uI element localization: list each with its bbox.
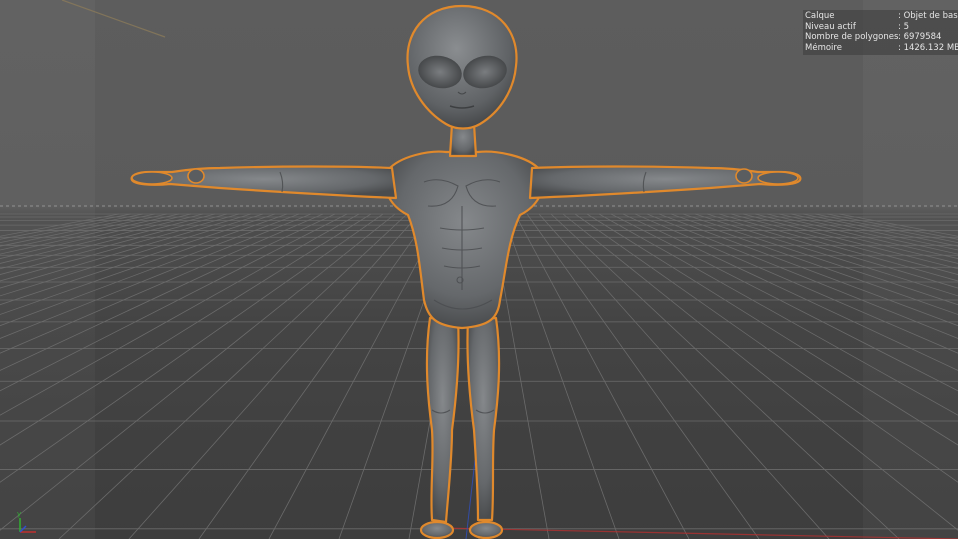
hud-value: : 5 xyxy=(898,21,909,32)
hud-row-active-level: Niveau actif : 5 xyxy=(805,22,958,33)
grid-line xyxy=(128,213,420,539)
grid-line xyxy=(526,213,760,539)
right-leg xyxy=(466,316,501,522)
alien-model[interactable] xyxy=(130,4,802,539)
hud-label: Mémoire xyxy=(805,42,842,53)
hud-value: : 1426.132 MB xyxy=(898,42,958,53)
left-hand xyxy=(131,171,173,185)
hud-value: : 6979584 xyxy=(898,32,942,42)
safe-frame-right xyxy=(863,0,958,539)
safe-frame-left xyxy=(0,0,95,539)
hud-value: : Objet de base xyxy=(898,11,958,21)
torso xyxy=(383,150,545,330)
hud-label: Calque xyxy=(805,11,835,21)
grid-line xyxy=(198,213,432,539)
right-hand xyxy=(757,171,799,185)
svg-text:y: y xyxy=(17,510,21,518)
left-foot xyxy=(419,520,455,539)
viewport-hud-info: Calque : Objet de base Niveau actif : 5 … xyxy=(803,10,958,55)
hud-row-layer: Calque : Objet de base xyxy=(805,11,958,22)
hud-row-memory: Mémoire : 1426.132 MB xyxy=(805,43,958,54)
right-arm xyxy=(528,165,802,200)
hud-label: Niveau actif xyxy=(805,21,856,32)
grid-line xyxy=(58,213,408,539)
grid-line xyxy=(550,213,900,539)
3d-viewport[interactable]: y Calque : Objet de base Niveau actif : … xyxy=(0,0,958,539)
left-arm xyxy=(130,165,398,200)
viewport-scene: y xyxy=(0,0,958,539)
left-wrist xyxy=(187,168,205,184)
hud-label: Nombre de polygones xyxy=(805,32,898,42)
right-wrist xyxy=(735,168,753,184)
grid-line xyxy=(538,213,830,539)
left-leg xyxy=(425,316,460,524)
right-foot xyxy=(468,520,504,539)
hud-row-polygon-count: Nombre de polygones : 6979584 xyxy=(805,32,958,43)
